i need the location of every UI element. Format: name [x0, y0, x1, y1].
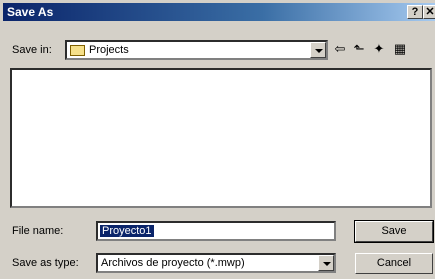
back-icon[interactable]: ⇦	[332, 41, 348, 57]
save-in-value: Projects	[89, 44, 129, 56]
title-bar: Save As ? ✕	[3, 3, 435, 21]
save-as-type-combo[interactable]: Archivos de proyecto (*.mwp)	[96, 253, 336, 273]
help-button[interactable]: ?	[407, 5, 423, 19]
folder-icon	[70, 45, 85, 56]
view-menu-icon[interactable]: ▦	[392, 41, 408, 57]
file-list[interactable]	[10, 68, 432, 208]
new-folder-icon[interactable]: ✦	[371, 41, 387, 57]
save-button[interactable]: Save	[354, 220, 434, 243]
save-as-dialog: Save As ? ✕ Save in: Projects ⇦ ⬑ ✦ ▦ Fi…	[0, 0, 435, 279]
file-name-label: File name:	[12, 225, 64, 237]
up-folder-icon[interactable]: ⬑	[351, 41, 367, 57]
file-name-input[interactable]: Proyecto1	[96, 221, 336, 241]
save-in-label: Save in:	[12, 44, 52, 56]
window-title: Save As	[7, 5, 54, 19]
chevron-down-icon[interactable]	[310, 42, 326, 58]
cancel-button[interactable]: Cancel	[355, 253, 433, 274]
chevron-down-icon[interactable]	[318, 255, 334, 271]
save-as-type-label: Save as type:	[12, 257, 79, 269]
save-in-combo[interactable]: Projects	[65, 40, 328, 60]
close-button[interactable]: ✕	[423, 5, 435, 19]
save-as-type-value: Archivos de proyecto (*.mwp)	[101, 257, 245, 269]
file-name-value: Proyecto1	[100, 225, 154, 237]
